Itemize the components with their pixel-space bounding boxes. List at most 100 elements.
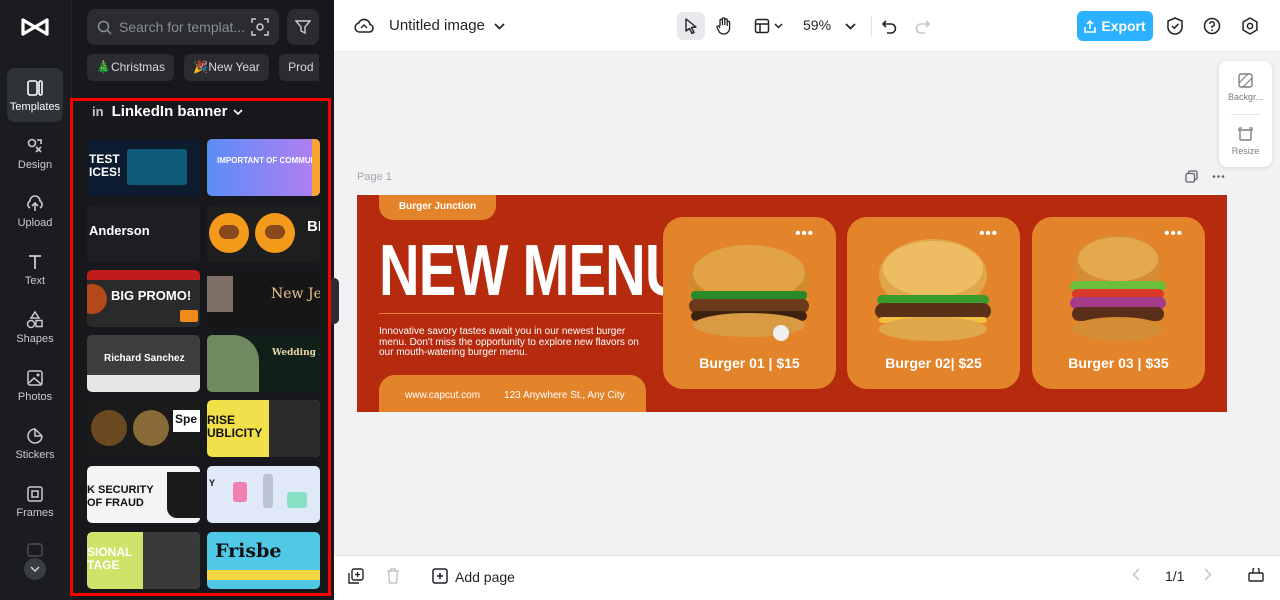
cloud-save-button[interactable] <box>351 13 377 39</box>
rail-item-photos[interactable]: Photos <box>7 358 63 412</box>
select-tool-button[interactable] <box>677 12 705 40</box>
burger-image <box>1070 235 1166 341</box>
rail-item-label: Stickers <box>15 448 55 461</box>
chip-new-year[interactable]: 🎉New Year <box>184 54 269 81</box>
rail-expand-button[interactable] <box>24 558 46 580</box>
category-chips: 🎄Christmas 🎉New Year Prod <box>87 54 319 82</box>
banner-address: 123 Anywhere St., Any City <box>504 389 625 401</box>
cloud-icon <box>354 18 374 33</box>
frames-icon <box>27 485 43 502</box>
gear-icon <box>1242 17 1258 35</box>
page-counter: 1/1 <box>1165 568 1185 584</box>
settings-button[interactable] <box>1237 13 1263 39</box>
rail-item-design[interactable]: Design <box>7 126 63 180</box>
rail-item-label: Text <box>24 274 46 287</box>
panel-collapse-handle[interactable] <box>331 278 339 324</box>
card-label: Burger 01 | $15 <box>699 355 800 371</box>
rail-item-upload[interactable]: Upload <box>7 184 63 238</box>
hand-tool-button[interactable] <box>711 13 737 39</box>
burger-card[interactable]: ••• Burger 03 | $35 <box>1032 217 1205 389</box>
template-search-input[interactable]: Search for templat... <box>87 9 279 45</box>
rail-item-templates[interactable]: Templates <box>7 68 63 122</box>
chip-product[interactable]: Prod <box>279 54 319 81</box>
help-button[interactable] <box>1199 13 1225 39</box>
rail-item-label: Frames <box>16 506 54 519</box>
cursor-icon <box>685 18 697 34</box>
zoom-dropdown-button[interactable] <box>837 13 863 39</box>
background-button[interactable]: Backgr... <box>1219 61 1272 113</box>
rail-item-shapes[interactable]: Shapes <box>7 300 63 354</box>
page-panel-toggle-button[interactable] <box>1248 568 1264 582</box>
rail-item-frames[interactable]: Frames <box>7 474 63 528</box>
resize-button[interactable]: Resize <box>1219 115 1272 167</box>
templates-icon <box>27 79 43 96</box>
document-title[interactable]: Untitled image <box>389 17 485 34</box>
add-page-button[interactable]: Add page <box>432 568 515 585</box>
background-icon <box>1238 72 1253 88</box>
chevron-right-icon <box>1204 568 1212 581</box>
search-icon <box>97 20 112 35</box>
linkedin-banner[interactable]: Burger Junction NEW MENU Innovative savo… <box>357 195 1227 412</box>
undo-icon <box>882 20 897 34</box>
resize-icon <box>1238 126 1253 141</box>
chevron-down-icon <box>30 566 40 572</box>
rail-item-text[interactable]: Text <box>7 242 63 296</box>
more-options-icon[interactable] <box>1212 170 1225 183</box>
title-dropdown-button[interactable] <box>486 13 512 39</box>
design-icon <box>27 138 42 153</box>
rail-item-label: Shapes <box>16 332 54 345</box>
delete-page-button[interactable] <box>386 568 400 584</box>
rail-item-stickers[interactable]: Stickers <box>7 416 63 470</box>
rail-item-label: Design <box>17 158 53 171</box>
banner-divider <box>379 313 662 314</box>
banner-description[interactable]: Innovative savory tastes await you in ou… <box>379 326 639 359</box>
page-manager-button[interactable] <box>348 568 364 584</box>
pages-icon <box>348 568 364 584</box>
hand-icon <box>716 17 731 35</box>
text-icon <box>29 254 41 269</box>
next-page-button[interactable] <box>1204 568 1212 581</box>
top-bar: Untitled image 59% Export <box>334 0 1280 52</box>
card-label: Burger 02| $25 <box>885 355 982 371</box>
duplicate-page-icon[interactable] <box>1185 170 1198 183</box>
brand-tab[interactable]: Burger Junction <box>379 195 496 220</box>
undo-button[interactable] <box>876 13 902 39</box>
bottom-bar: Add page 1/1 <box>334 555 1280 600</box>
add-page-label: Add page <box>455 568 515 585</box>
burger-card[interactable]: ••• Burger 01 | $15 <box>663 217 836 389</box>
prev-page-button[interactable] <box>1132 568 1140 581</box>
background-label: Backgr... <box>1227 91 1263 102</box>
add-page-icon <box>432 568 448 584</box>
chevron-left-icon <box>1132 568 1140 581</box>
trash-icon <box>387 568 399 584</box>
brand-name: Burger Junction <box>398 201 477 212</box>
chip-christmas[interactable]: 🎄Christmas <box>87 54 174 81</box>
banner-headline[interactable]: NEW MENU <box>379 235 686 307</box>
burger-image <box>875 239 991 341</box>
more-tools-icon[interactable] <box>27 543 43 557</box>
redo-button[interactable] <box>910 13 936 39</box>
stickers-icon <box>27 427 43 444</box>
banner-footer[interactable]: www.capcut.com 123 Anywhere St., Any Cit… <box>379 375 646 412</box>
export-icon <box>1084 19 1097 33</box>
shield-button[interactable] <box>1162 13 1188 39</box>
chevron-down-icon <box>493 22 505 30</box>
side-tools: Backgr... Resize <box>1219 61 1272 167</box>
filter-button[interactable] <box>287 9 319 45</box>
rail-item-label: Templates <box>9 100 61 113</box>
burger-image <box>689 245 809 341</box>
left-rail: Templates Design Upload Text Shapes Phot… <box>0 0 71 600</box>
layout-menu-button[interactable] <box>749 13 787 39</box>
page-label: Page 1 <box>357 171 392 183</box>
resize-label: Resize <box>1231 145 1260 156</box>
upload-icon <box>27 194 43 211</box>
capcut-logo[interactable] <box>20 14 50 40</box>
rail-item-label: Upload <box>17 216 53 229</box>
page-actions <box>1185 170 1225 183</box>
burger-card[interactable]: ••• Burger 02| $25 <box>847 217 1020 389</box>
export-button[interactable]: Export <box>1077 11 1153 41</box>
shield-icon <box>1167 17 1183 35</box>
image-search-icon[interactable] <box>251 18 269 36</box>
export-label: Export <box>1101 18 1146 34</box>
zoom-level[interactable]: 59% <box>803 17 831 33</box>
